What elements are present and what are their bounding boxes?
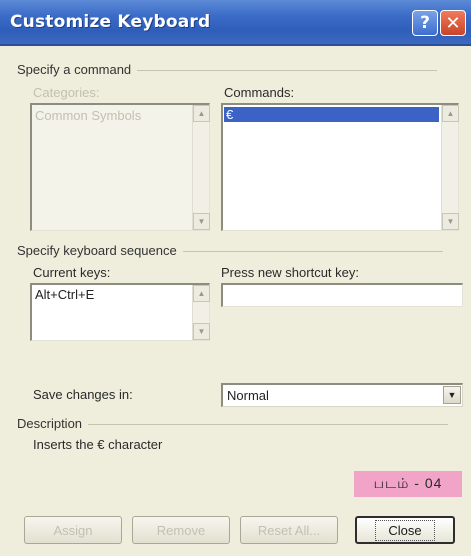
commands-scrollbar[interactable]: ▲ ▼ [441, 105, 459, 230]
current-keys-scrollbar[interactable]: ▲ ▼ [192, 285, 210, 340]
commands-listbox[interactable]: € ▲ ▼ [221, 103, 459, 231]
categories-listbox[interactable]: Common Symbols ▲ ▼ [30, 103, 210, 231]
caption-badge: படம் - 04 [354, 471, 462, 497]
scroll-up-icon[interactable]: ▲ [442, 105, 459, 122]
commands-label: Commands: [224, 85, 295, 100]
save-changes-select[interactable]: Normal ▼ [221, 383, 463, 407]
save-changes-value: Normal [227, 388, 269, 403]
close-icon: ✕ [445, 12, 461, 34]
description-text: Inserts the € character [33, 437, 163, 452]
scroll-down-icon[interactable]: ▼ [442, 213, 459, 230]
list-item[interactable]: Alt+Ctrl+E [35, 287, 94, 302]
group-specify-command: Specify a command [17, 62, 438, 77]
close-button-label: Close [375, 519, 435, 541]
list-item-selected[interactable]: € [224, 107, 439, 122]
assign-button[interactable]: Assign [24, 516, 122, 544]
group-keyboard-sequence: Specify keyboard sequence [17, 243, 442, 258]
title-close-button[interactable]: ✕ [440, 10, 466, 36]
chevron-down-icon[interactable]: ▼ [443, 386, 461, 404]
scroll-up-icon[interactable]: ▲ [193, 105, 210, 122]
current-keys-label: Current keys: [33, 265, 111, 280]
current-keys-listbox[interactable]: Alt+Ctrl+E ▲ ▼ [30, 283, 210, 341]
help-button[interactable]: ? [412, 10, 438, 36]
group-description: Description [17, 416, 449, 431]
scroll-up-icon[interactable]: ▲ [193, 285, 210, 302]
title-bar: Customize Keyboard ? ✕ [0, 0, 471, 46]
list-item[interactable]: Common Symbols [35, 108, 141, 123]
scroll-down-icon[interactable]: ▼ [193, 323, 210, 340]
help-icon: ? [420, 13, 430, 33]
new-shortcut-label: Press new shortcut key: [221, 265, 359, 280]
window-title: Customize Keyboard [10, 12, 211, 32]
new-shortcut-input[interactable] [221, 283, 463, 307]
reset-all-button[interactable]: Reset All... [240, 516, 338, 544]
categories-scrollbar[interactable]: ▲ ▼ [192, 105, 210, 230]
scroll-down-icon[interactable]: ▼ [193, 213, 210, 230]
close-button[interactable]: Close [355, 516, 455, 544]
remove-button[interactable]: Remove [132, 516, 230, 544]
categories-label: Categories: [33, 85, 100, 100]
save-changes-label: Save changes in: [33, 387, 133, 402]
